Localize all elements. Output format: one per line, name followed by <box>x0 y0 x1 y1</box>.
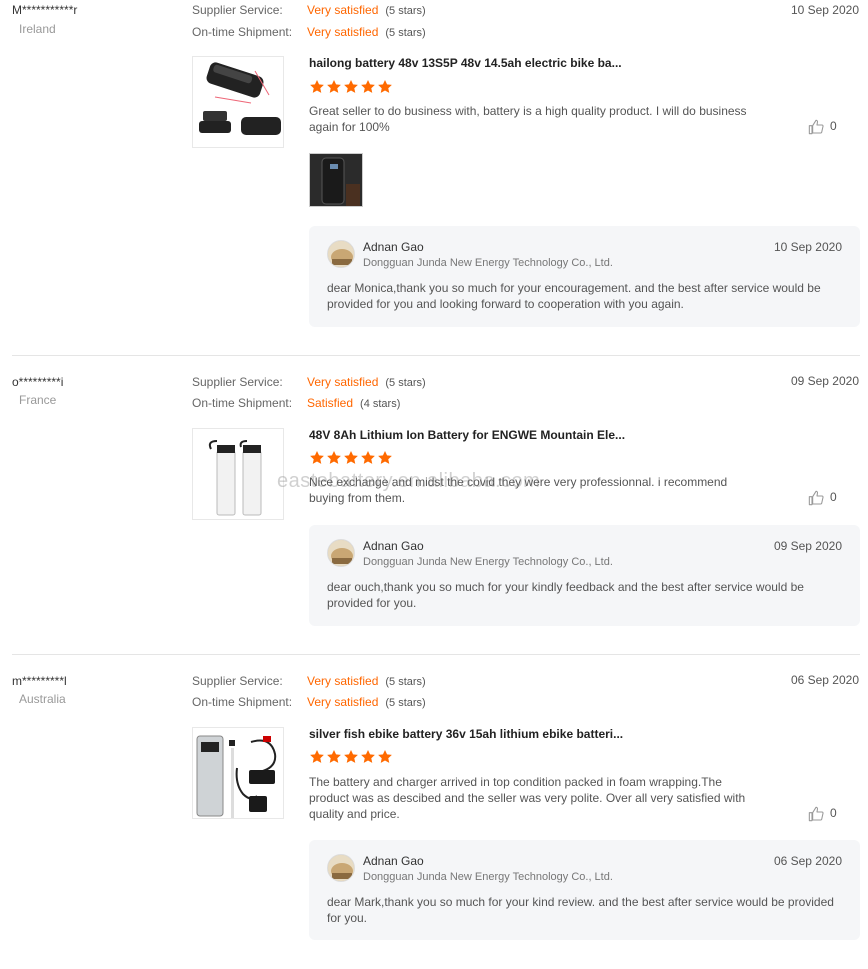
thumbs-up-icon <box>808 806 824 822</box>
star-icon <box>361 750 375 763</box>
shipment-value: Very satisfied <box>307 695 379 709</box>
shipment-stars: (5 stars) <box>385 697 426 709</box>
star-icon <box>378 451 392 464</box>
supplier-service-stars: (5 stars) <box>385 5 426 17</box>
review-text: The battery and charger arrived in top c… <box>309 775 746 821</box>
supplier-service-rating: Supplier Service: Very satisfied (5 stars) <box>192 674 426 688</box>
seller-avatar <box>327 854 355 882</box>
shipment-value: Very satisfied <box>307 25 379 39</box>
shipment-rating: On-time Shipment: Very satisfied (5 stars) <box>192 25 426 39</box>
review-photo[interactable] <box>309 153 363 207</box>
thumbs-up-icon <box>808 119 824 135</box>
like-count: 0 <box>830 490 837 505</box>
star-icon <box>327 451 341 464</box>
supplier-service-label: Supplier Service: <box>192 3 283 17</box>
seller-name: Adnan Gao <box>363 854 424 868</box>
seller-name: Adnan Gao <box>363 539 424 553</box>
buyer-country: Australia <box>19 692 66 706</box>
rating-stars <box>309 79 394 95</box>
review-date: 09 Sep 2020 <box>790 374 859 388</box>
supplier-service-value: Very satisfied <box>307 375 379 389</box>
supplier-service-stars: (5 stars) <box>385 676 426 688</box>
reply-date: 06 Sep 2020 <box>773 854 842 868</box>
shipment-value: Satisfied <box>307 396 354 410</box>
shipment-label: On-time Shipment: <box>192 396 293 410</box>
review-date: 10 Sep 2020 <box>790 3 859 17</box>
seller-name: Adnan Gao <box>363 240 424 254</box>
reply-text: dear ouch,thank you so much for your kin… <box>327 580 804 610</box>
product-image[interactable] <box>192 727 284 819</box>
star-icon <box>344 451 358 464</box>
buyer-country: Ireland <box>19 22 56 36</box>
star-icon <box>310 750 324 763</box>
star-icon <box>344 750 358 763</box>
product-image[interactable] <box>192 428 284 520</box>
supplier-service-value: Very satisfied <box>307 3 379 17</box>
seller-company: Dongguan Junda New Energy Technology Co.… <box>363 871 613 883</box>
like-count: 0 <box>830 806 837 821</box>
seller-reply: Adnan Gao Dongguan Junda New Energy Tech… <box>309 226 860 327</box>
reply-text: dear Mark,thank you so much for your kin… <box>327 895 834 925</box>
shipment-label: On-time Shipment: <box>192 695 293 709</box>
like-button[interactable]: 0 <box>808 490 837 506</box>
like-button[interactable]: 0 <box>808 806 837 822</box>
product-image[interactable] <box>192 56 284 148</box>
product-title[interactable]: silver fish ebike battery 36v 15ah lithi… <box>309 727 629 741</box>
supplier-service-rating: Supplier Service: Very satisfied (5 stars) <box>192 3 426 17</box>
seller-reply: Adnan Gao Dongguan Junda New Energy Tech… <box>309 840 860 940</box>
shipment-stars: (4 stars) <box>360 398 401 410</box>
seller-company: Dongguan Junda New Energy Technology Co.… <box>363 556 613 568</box>
buyer-name: m*********l <box>12 674 67 688</box>
reply-date: 09 Sep 2020 <box>773 539 842 553</box>
buyer-country: France <box>19 393 57 407</box>
supplier-service-rating: Supplier Service: Very satisfied (5 stars) <box>192 375 426 389</box>
star-icon <box>327 80 341 93</box>
buyer-name: o*********i <box>12 375 64 389</box>
product-title[interactable]: 48V 8Ah Lithium Ion Battery for ENGWE Mo… <box>309 428 629 442</box>
rating-stars <box>309 749 394 765</box>
thumbs-up-icon <box>808 490 824 506</box>
star-icon <box>378 80 392 93</box>
watermark: eastebattery.en.alibaba.com <box>277 470 541 492</box>
star-icon <box>327 750 341 763</box>
reply-date: 10 Sep 2020 <box>773 240 842 254</box>
shipment-stars: (5 stars) <box>385 27 426 39</box>
star-icon <box>310 451 324 464</box>
seller-company: Dongguan Junda New Energy Technology Co.… <box>363 257 613 269</box>
rating-stars <box>309 450 394 466</box>
star-icon <box>361 80 375 93</box>
shipment-label: On-time Shipment: <box>192 25 293 39</box>
shipment-rating: On-time Shipment: Satisfied (4 stars) <box>192 396 400 410</box>
like-button[interactable]: 0 <box>808 119 837 135</box>
seller-reply: Adnan Gao Dongguan Junda New Energy Tech… <box>309 525 860 626</box>
divider <box>12 355 860 356</box>
shipment-rating: On-time Shipment: Very satisfied (5 stars) <box>192 695 426 709</box>
review-date: 06 Sep 2020 <box>790 673 859 687</box>
review-text: Great seller to do business with, batter… <box>309 104 747 134</box>
product-title[interactable]: hailong battery 48v 13S5P 48v 14.5ah ele… <box>309 56 629 70</box>
star-icon <box>344 80 358 93</box>
supplier-service-stars: (5 stars) <box>385 377 426 389</box>
supplier-service-label: Supplier Service: <box>192 674 283 688</box>
divider <box>12 654 860 655</box>
buyer-name: M***********r <box>12 3 78 17</box>
reply-text: dear Monica,thank you so much for your e… <box>327 281 821 311</box>
star-icon <box>310 80 324 93</box>
supplier-service-value: Very satisfied <box>307 674 379 688</box>
seller-avatar <box>327 539 355 567</box>
like-count: 0 <box>830 119 837 134</box>
supplier-service-label: Supplier Service: <box>192 375 283 389</box>
star-icon <box>378 750 392 763</box>
seller-avatar <box>327 240 355 268</box>
star-icon <box>361 451 375 464</box>
